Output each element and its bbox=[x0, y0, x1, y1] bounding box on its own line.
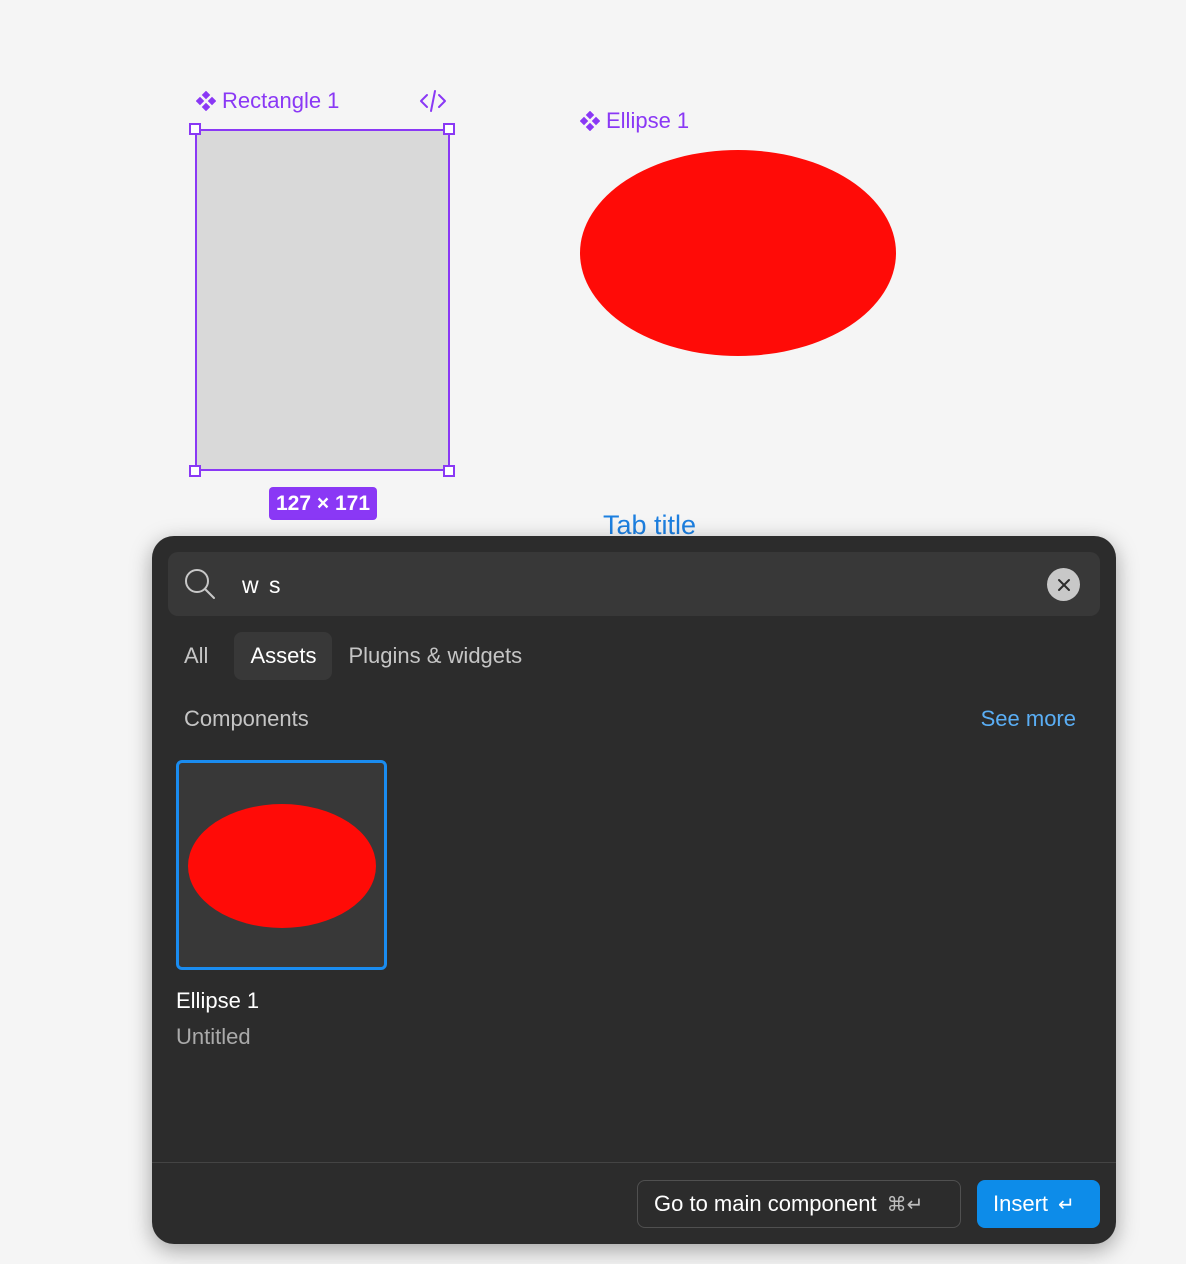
go-to-main-label: Go to main component bbox=[654, 1191, 877, 1216]
component-file: Untitled bbox=[176, 1024, 251, 1049]
rectangle-layer-label[interactable]: Rectangle 1 bbox=[196, 88, 339, 114]
component-name: Ellipse 1 bbox=[176, 988, 260, 1013]
component-card[interactable] bbox=[176, 760, 387, 970]
ellipse-layer-label[interactable]: Ellipse 1 bbox=[580, 108, 689, 134]
go-to-main-component-button[interactable]: Go to main component ⌘↵ bbox=[637, 1180, 961, 1228]
panel-footer: Go to main component ⌘↵ Insert ↵ bbox=[152, 1162, 1116, 1244]
clear-search-button[interactable] bbox=[1047, 568, 1080, 601]
search-bar bbox=[168, 552, 1100, 616]
dimension-badge: 127 × 171 bbox=[269, 487, 377, 520]
component-thumbnail bbox=[188, 804, 376, 928]
tab-assets[interactable]: Assets bbox=[234, 632, 333, 680]
close-icon bbox=[1057, 578, 1070, 591]
tab-plugins-widgets[interactable]: Plugins & widgets bbox=[332, 632, 538, 680]
code-icon[interactable] bbox=[418, 88, 448, 114]
tab-all[interactable]: All bbox=[168, 632, 224, 680]
component-icon bbox=[196, 91, 216, 111]
search-input[interactable] bbox=[240, 562, 1024, 608]
insert-button[interactable]: Insert ↵ bbox=[977, 1180, 1100, 1228]
ellipse-layer-name: Ellipse 1 bbox=[606, 108, 690, 133]
component-icon bbox=[580, 111, 600, 131]
resize-handle-bottom-right[interactable] bbox=[443, 465, 455, 477]
resize-handle-top-right[interactable] bbox=[443, 123, 455, 135]
rectangle-layer-name: Rectangle 1 bbox=[222, 88, 340, 113]
search-icon bbox=[185, 569, 215, 599]
see-more-link[interactable]: See more bbox=[981, 706, 1076, 732]
resize-handle-top-left[interactable] bbox=[189, 123, 201, 135]
shortcut-hint: ⌘↵ bbox=[886, 1192, 924, 1216]
resize-handle-bottom-left[interactable] bbox=[189, 465, 201, 477]
section-title: Components bbox=[184, 706, 309, 731]
insert-label: Insert bbox=[993, 1191, 1049, 1216]
filter-tabs: All Assets Plugins & widgets bbox=[168, 632, 538, 680]
ellipse-shape[interactable] bbox=[580, 150, 896, 356]
rectangle-shape[interactable] bbox=[195, 129, 450, 471]
enter-icon: ↵ bbox=[1058, 1192, 1075, 1216]
quick-actions-panel: All Assets Plugins & widgets Components … bbox=[152, 536, 1116, 1244]
